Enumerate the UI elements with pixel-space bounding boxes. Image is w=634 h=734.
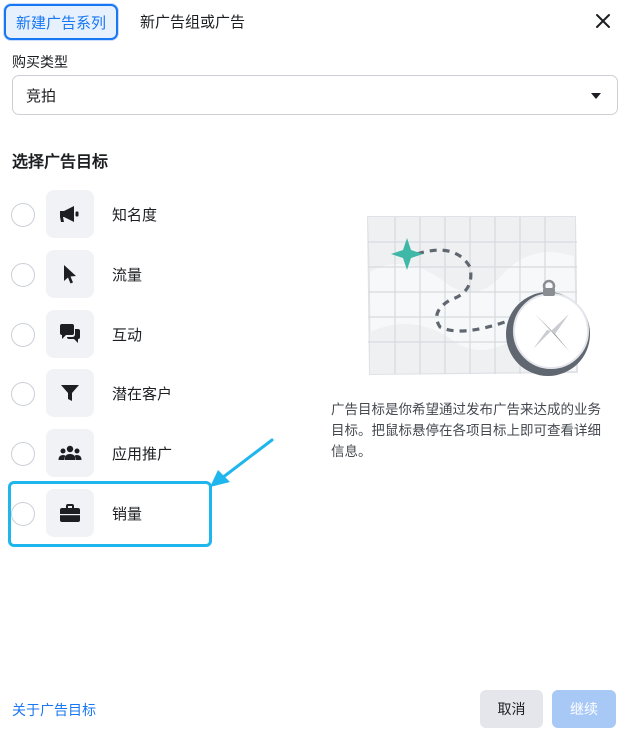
funnel-icon (46, 369, 94, 417)
tab-new-adset-or-ad[interactable]: 新广告组或广告 (140, 11, 245, 32)
objective-label: 流量 (112, 266, 143, 284)
about-objectives-link[interactable]: 关于广告目标 (12, 700, 96, 720)
radio-leads[interactable] (11, 382, 35, 406)
highlight-box (8, 481, 212, 547)
megaphone-icon (46, 190, 94, 238)
chat-bubbles-icon (46, 310, 94, 358)
chevron-down-icon (591, 93, 601, 99)
radio-traffic[interactable] (11, 263, 35, 287)
buy-type-select[interactable]: 竞拍 (12, 75, 618, 115)
objective-awareness[interactable]: 知名度 (10, 190, 210, 242)
objective-app-promotion[interactable]: 应用推广 (10, 429, 210, 481)
buy-type-value: 竞拍 (26, 86, 57, 105)
objective-engagement[interactable]: 互动 (10, 310, 210, 362)
objective-label: 潜在客户 (112, 385, 173, 403)
annotation-arrow-icon (210, 438, 274, 487)
continue-button[interactable]: 继续 (552, 690, 616, 728)
radio-app-promotion[interactable] (11, 442, 35, 466)
objective-section-title: 选择广告目标 (12, 152, 109, 171)
tab-new-campaign[interactable]: 新建广告系列 (4, 4, 118, 40)
close-icon[interactable] (594, 12, 612, 30)
radio-awareness[interactable] (11, 203, 35, 227)
objective-leads[interactable]: 潜在客户 (10, 369, 210, 421)
cancel-button[interactable]: 取消 (480, 690, 543, 728)
objective-label: 互动 (112, 326, 143, 344)
cursor-icon (46, 250, 94, 298)
objective-description: 广告目标是你希望通过发布广告来达成的业务目标。把鼠标悬停在各项目标上即可查看详细… (331, 402, 601, 460)
objective-label: 应用推广 (112, 445, 173, 463)
objective-label: 知名度 (112, 206, 158, 224)
map-compass-illustration (366, 216, 590, 376)
radio-engagement[interactable] (11, 323, 35, 347)
people-icon (46, 429, 94, 477)
objective-traffic[interactable]: 流量 (10, 250, 210, 302)
buy-type-label: 购买类型 (12, 55, 68, 71)
